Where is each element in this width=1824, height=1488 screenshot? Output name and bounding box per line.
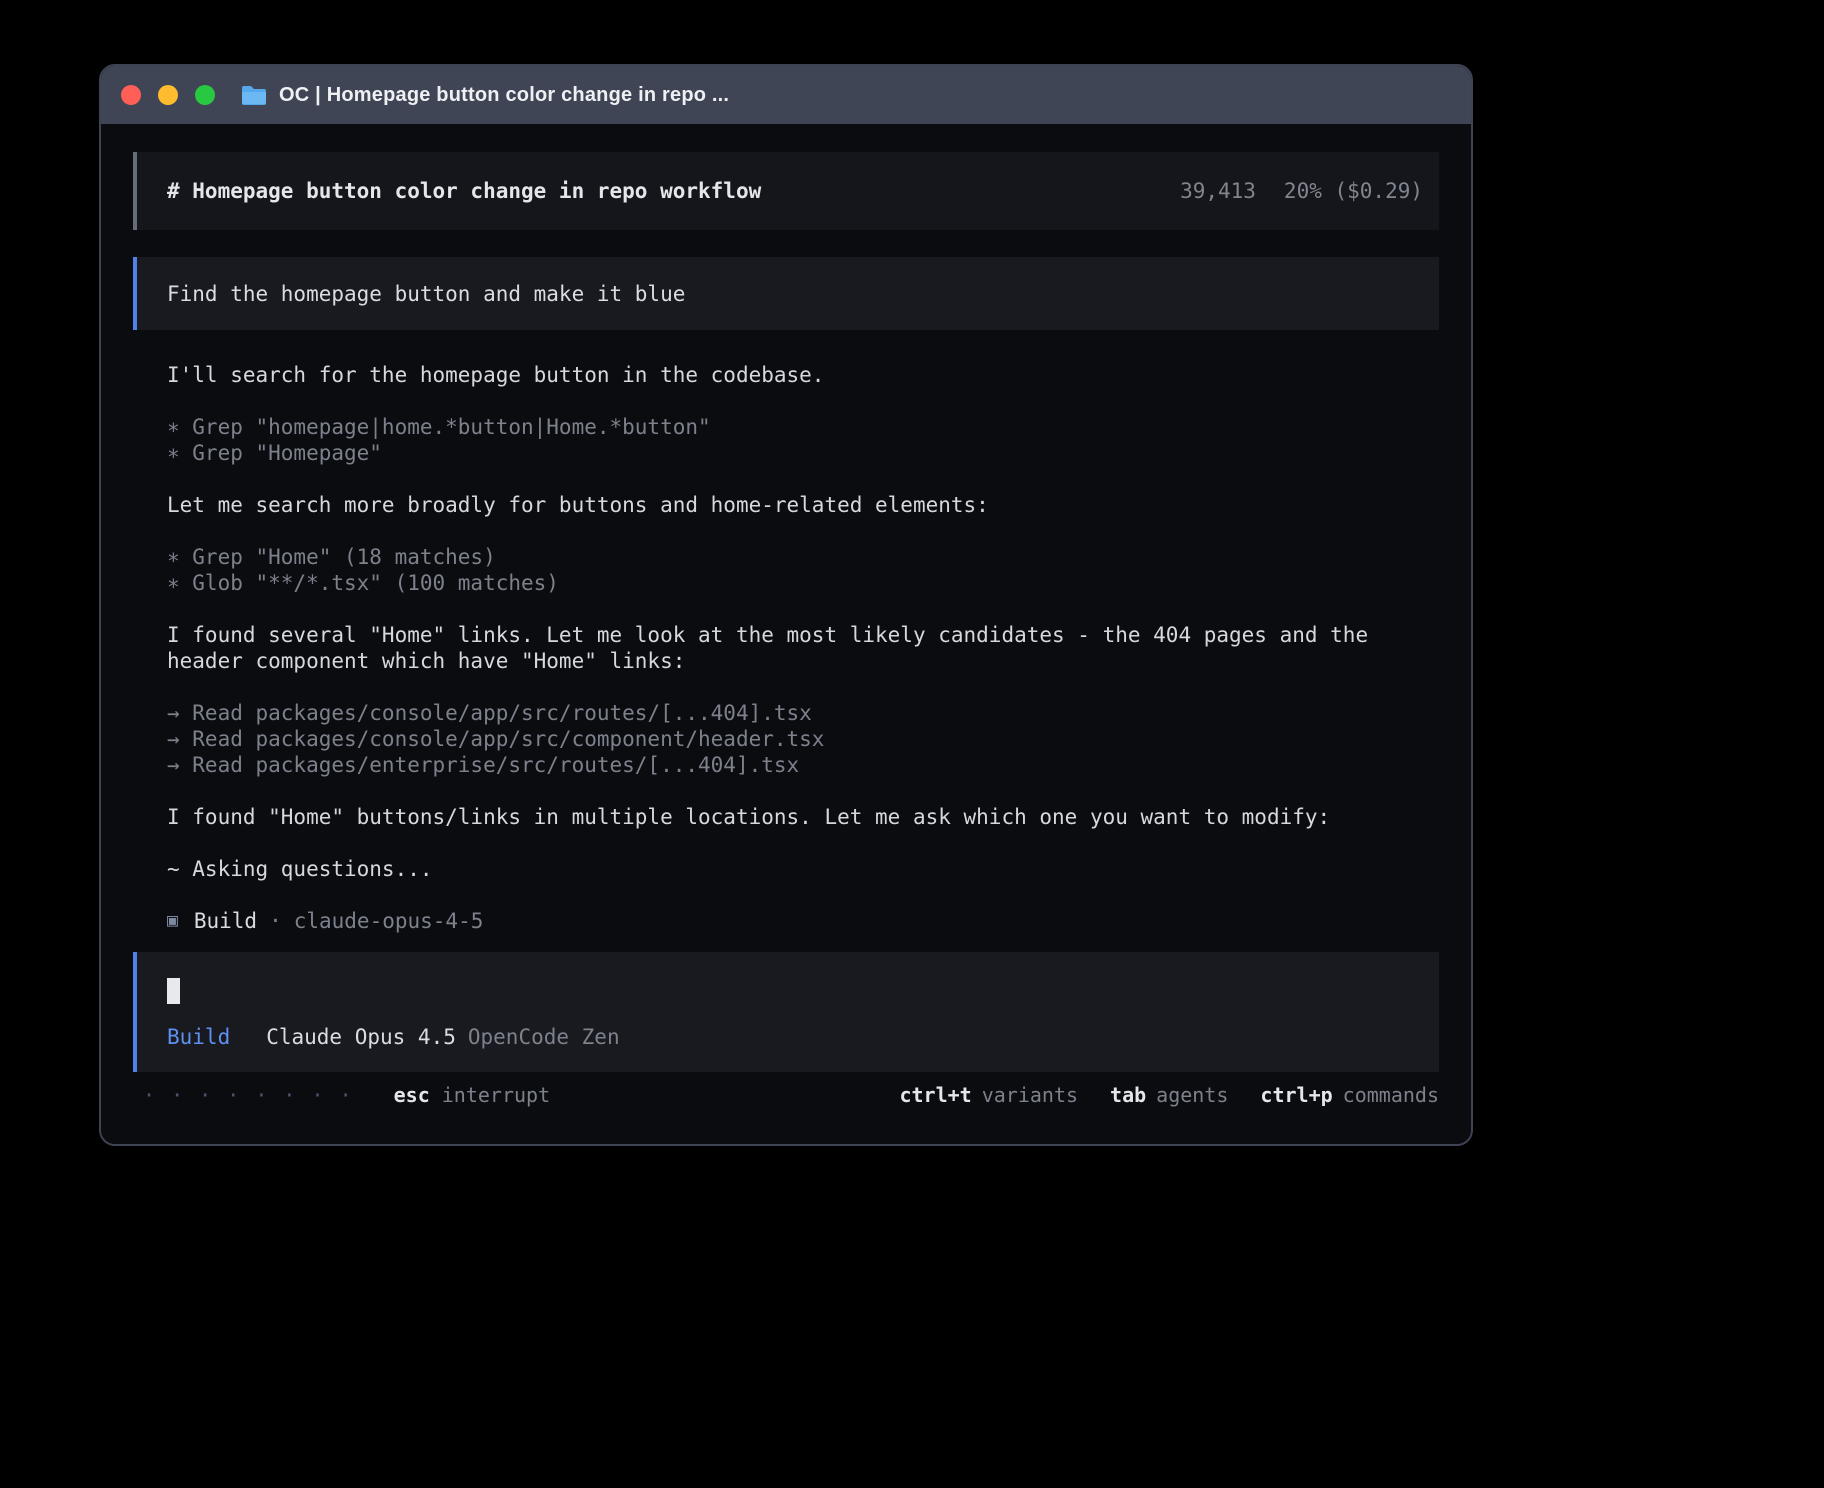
tool-call-read: → Read packages/enterprise/src/routes/[.… xyxy=(167,752,1439,778)
user-message: Find the homepage button and make it blu… xyxy=(133,257,1439,330)
user-message-text: Find the homepage button and make it blu… xyxy=(167,281,685,307)
input-meta: Build Claude Opus 4.5 OpenCode Zen xyxy=(167,1024,1423,1050)
mode-label[interactable]: Build xyxy=(167,1024,230,1050)
assistant-text: I'll search for the homepage button in t… xyxy=(167,362,1439,388)
tab-key: tab xyxy=(1110,1082,1146,1108)
assistant-text: I found several "Home" links. Let me loo… xyxy=(167,622,1439,674)
agents-hint: tab agents xyxy=(1110,1082,1228,1108)
minimize-button[interactable] xyxy=(158,85,178,105)
assistant-text: Let me search more broadly for buttons a… xyxy=(167,492,1439,518)
status-right: ctrl+t variants tab agents ctrl+p comman… xyxy=(899,1082,1439,1108)
conversation: I'll search for the homepage button in t… xyxy=(133,362,1439,934)
variants-label: variants xyxy=(982,1082,1078,1108)
session-meta: 39,413 20% ($0.29) xyxy=(1180,178,1423,204)
agent-icon: ▣ xyxy=(167,908,178,934)
commands-hint: ctrl+p commands xyxy=(1260,1082,1439,1108)
tool-call-grep: ∗ Grep "Homepage" xyxy=(167,440,1439,466)
ctrl-t-key: ctrl+t xyxy=(899,1082,971,1108)
session-header: # Homepage button color change in repo w… xyxy=(133,152,1439,230)
context-usage: 20% ($0.29) xyxy=(1284,178,1423,204)
text-cursor xyxy=(167,978,180,1004)
agent-separator: · xyxy=(269,908,282,934)
tool-call-read: → Read packages/console/app/src/routes/[… xyxy=(167,700,1439,726)
tool-call-glob: ∗ Glob "**/*.tsx" (100 matches) xyxy=(167,570,1439,596)
tool-call-group: ∗ Grep "homepage|home.*button|Home.*butt… xyxy=(167,414,1439,466)
esc-key-hint: esc xyxy=(394,1082,430,1108)
model-label[interactable]: Claude Opus 4.5 xyxy=(266,1024,456,1050)
prompt-input[interactable]: Build Claude Opus 4.5 OpenCode Zen xyxy=(133,952,1439,1072)
agent-model: claude-opus-4-5 xyxy=(294,908,484,934)
agent-name: Build xyxy=(194,908,257,934)
agents-label: agents xyxy=(1156,1082,1228,1108)
variants-hint: ctrl+t variants xyxy=(899,1082,1078,1108)
folder-icon xyxy=(241,84,267,106)
tool-call-read: → Read packages/console/app/src/componen… xyxy=(167,726,1439,752)
provider-label: OpenCode Zen xyxy=(468,1024,620,1050)
session-title: # Homepage button color change in repo w… xyxy=(167,178,761,204)
terminal-content: # Homepage button color change in repo w… xyxy=(101,124,1471,1146)
assistant-status: ~ Asking questions... xyxy=(167,856,1439,882)
window-title: OC | Homepage button color change in rep… xyxy=(279,84,729,107)
terminal-window: OC | Homepage button color change in rep… xyxy=(99,64,1473,1146)
tool-call-grep: ∗ Grep "Home" (18 matches) xyxy=(167,544,1439,570)
tool-call-group: → Read packages/console/app/src/routes/[… xyxy=(167,700,1439,778)
spinner: · · · · · · · · xyxy=(143,1082,354,1108)
status-bar: · · · · · · · · esc interrupt ctrl+t var… xyxy=(133,1082,1439,1108)
assistant-text: I found "Home" buttons/links in multiple… xyxy=(167,804,1439,830)
traffic-lights xyxy=(121,85,215,105)
status-left: · · · · · · · · esc interrupt xyxy=(143,1082,550,1108)
esc-key-label: interrupt xyxy=(442,1082,550,1108)
window-titlebar[interactable]: OC | Homepage button color change in rep… xyxy=(101,66,1471,124)
agent-badge: ▣ Build · claude-opus-4-5 xyxy=(167,908,1439,934)
tool-call-group: ∗ Grep "Home" (18 matches) ∗ Glob "**/*.… xyxy=(167,544,1439,596)
tool-call-grep: ∗ Grep "homepage|home.*button|Home.*butt… xyxy=(167,414,1439,440)
zoom-button[interactable] xyxy=(195,85,215,105)
ctrl-p-key: ctrl+p xyxy=(1260,1082,1332,1108)
title-wrap: OC | Homepage button color change in rep… xyxy=(241,84,729,107)
token-count: 39,413 xyxy=(1180,178,1256,204)
commands-label: commands xyxy=(1343,1082,1439,1108)
close-button[interactable] xyxy=(121,85,141,105)
